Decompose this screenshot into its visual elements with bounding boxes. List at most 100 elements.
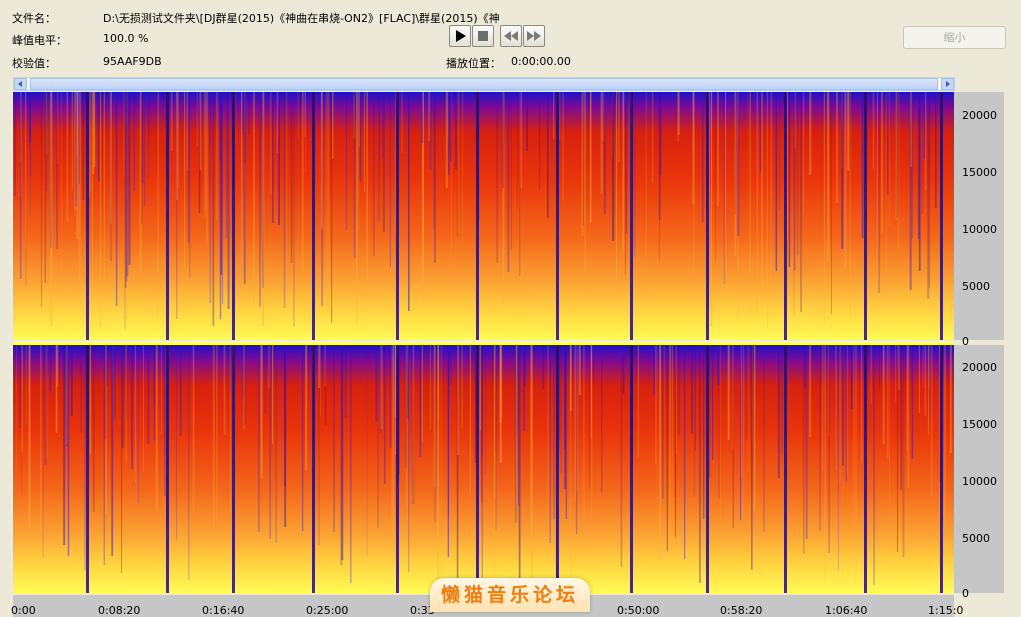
spectrogram-streak bbox=[125, 92, 127, 288]
spectrogram-streak bbox=[25, 92, 27, 286]
spectrogram-streak bbox=[620, 345, 623, 567]
spectrogram-streak bbox=[770, 92, 773, 304]
y-tick-label: 20000 bbox=[962, 361, 997, 374]
spectrogram-streak bbox=[461, 345, 463, 428]
spectrogram-streak bbox=[184, 92, 186, 268]
spectrogram-streak bbox=[80, 345, 82, 433]
spectrogram-streak bbox=[819, 345, 821, 531]
scroll-left-button[interactable] bbox=[14, 78, 27, 90]
rewind-button[interactable] bbox=[500, 25, 522, 47]
spectrogram-streak bbox=[454, 92, 457, 170]
spectrogram-streak bbox=[788, 92, 791, 267]
spectrogram-streak bbox=[519, 92, 521, 276]
spectrogram-streak bbox=[440, 345, 442, 521]
spectrogram-streak bbox=[55, 345, 58, 433]
stop-button[interactable] bbox=[472, 25, 494, 47]
track-boundary-line bbox=[166, 345, 169, 593]
spectrogram-streak bbox=[803, 345, 805, 554]
spectrogram-streak bbox=[653, 345, 655, 395]
play-position-value: 0:00:00.00 bbox=[511, 55, 571, 68]
spectrogram-streak bbox=[268, 345, 270, 388]
spectrogram-streak bbox=[849, 92, 851, 316]
spectrogram-streak bbox=[645, 92, 647, 305]
x-tick-label: 1:06:40 bbox=[825, 604, 868, 617]
spectrogram-streak bbox=[284, 345, 287, 527]
horizontal-scrollbar[interactable] bbox=[13, 77, 955, 91]
spectrogram-streak bbox=[74, 92, 76, 210]
spectrogram-streak bbox=[655, 345, 657, 464]
track-boundary-line bbox=[784, 92, 787, 340]
spectrogram-streak bbox=[510, 92, 512, 250]
track-boundary-line bbox=[232, 92, 235, 340]
spectrogram-streak bbox=[474, 345, 477, 463]
fast-forward-button[interactable] bbox=[523, 25, 545, 47]
spectrogram-streak bbox=[562, 92, 564, 201]
frequency-axis-left bbox=[954, 92, 1004, 340]
spectrogram-streak bbox=[138, 345, 139, 503]
spectrogram-streak bbox=[494, 345, 496, 498]
spectrogram-streak bbox=[911, 345, 913, 459]
spectrogram-streak bbox=[206, 92, 208, 245]
spectrogram-streak bbox=[153, 345, 155, 405]
track-boundary-line bbox=[312, 92, 315, 340]
spectrogram-streak bbox=[906, 345, 908, 451]
shrink-button[interactable]: 缩小 bbox=[903, 26, 1006, 49]
track-boundary-line bbox=[396, 345, 399, 593]
spectrogram-streak bbox=[499, 345, 502, 463]
spectrogram-streak bbox=[449, 92, 452, 162]
scroll-right-button[interactable] bbox=[941, 78, 954, 90]
spectrogram-streak bbox=[408, 345, 410, 572]
spectrogram-streak bbox=[106, 345, 108, 386]
spectrogram-streak bbox=[46, 92, 48, 191]
scroll-thumb[interactable] bbox=[30, 78, 938, 90]
spectrogram-streak bbox=[44, 345, 47, 465]
spectrogram-channel-left bbox=[13, 92, 954, 340]
x-tick-label: 0:58:20 bbox=[720, 604, 763, 617]
spectrogram-streak bbox=[447, 92, 449, 137]
spectrogram-streak bbox=[318, 345, 320, 545]
spectrogram-streak bbox=[253, 92, 255, 304]
play-button[interactable] bbox=[449, 25, 471, 47]
spectrogram-streak bbox=[285, 92, 288, 294]
spectrogram-streak bbox=[63, 345, 66, 545]
spectrogram-streak bbox=[25, 345, 27, 425]
spectrogram-streak bbox=[583, 345, 585, 566]
y-tick-label: 10000 bbox=[962, 223, 997, 236]
spectrogram-streak bbox=[302, 345, 304, 531]
spectrogram-streak bbox=[437, 345, 439, 583]
track-boundary-line bbox=[706, 92, 709, 340]
spectrogram-streak bbox=[93, 345, 95, 512]
spectrogram-streak bbox=[809, 92, 812, 175]
spectrogram-streak bbox=[70, 345, 73, 416]
spectrogram-streak bbox=[824, 345, 826, 579]
spectrogram-channel-right bbox=[13, 345, 954, 593]
peak-level-label: 峰值电平： bbox=[12, 34, 67, 47]
spectrogram-streak bbox=[401, 92, 403, 153]
spectrogram-streak bbox=[747, 345, 749, 472]
spectrogram-streak bbox=[565, 345, 567, 519]
spectrogram-streak bbox=[553, 92, 555, 139]
spectrogram-streak bbox=[90, 92, 92, 192]
spectrogram-streak bbox=[126, 92, 128, 278]
spectrogram-streak bbox=[856, 345, 858, 572]
spectrogram-streak bbox=[179, 345, 182, 436]
spectrogram-streak bbox=[917, 92, 920, 239]
spectrogram-streak bbox=[125, 345, 127, 463]
spectrogram-streak bbox=[663, 345, 665, 531]
spectrogram-streak bbox=[76, 92, 79, 239]
spectrogram-streak bbox=[20, 92, 22, 197]
spectrogram-streak bbox=[44, 92, 45, 287]
spectrogram-streak bbox=[103, 92, 105, 304]
spectrogram-streak bbox=[576, 345, 579, 491]
spectrogram-streak bbox=[148, 92, 151, 137]
spectrogram-streak bbox=[213, 345, 215, 540]
spectrogram-streak bbox=[430, 345, 431, 429]
spectrogram-streak bbox=[847, 92, 849, 171]
spectrogram-streak bbox=[66, 92, 68, 221]
spectrogram-streak bbox=[775, 92, 777, 271]
spectrogram-streak bbox=[412, 345, 415, 504]
spectrogram-streak bbox=[392, 345, 395, 552]
spectrogram-streak bbox=[888, 92, 890, 226]
spectrogram-streak bbox=[666, 345, 668, 551]
spectrogram-streak bbox=[230, 345, 232, 392]
